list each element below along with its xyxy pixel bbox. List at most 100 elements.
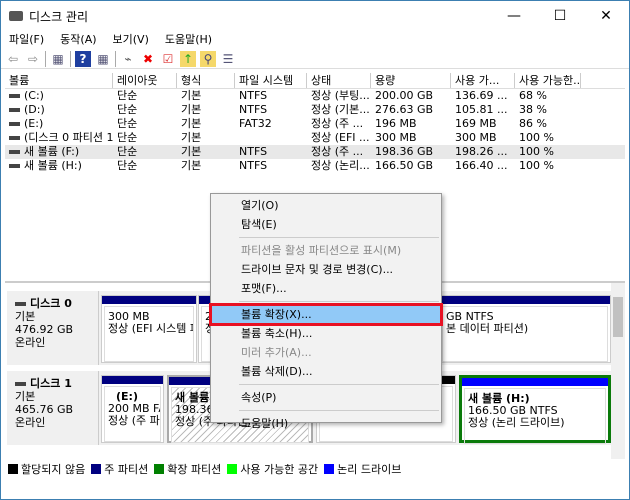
col-layout[interactable]: 레이아웃 <box>113 73 177 88</box>
cell-text: 기본 <box>181 145 202 158</box>
table-row[interactable]: (디스크 0 파티션 1) 단순 기본 정상 (EFI ... 300 MB 300 MB… <box>5 131 625 145</box>
partition-e[interactable]: (E:)200 MB FAT정상 (주 파 <box>101 375 164 443</box>
delete-icon[interactable]: ✖ <box>140 51 156 67</box>
properties-icon[interactable]: ☑ <box>160 51 176 67</box>
context-menu: 열기(O) 탐색(E) 파티션을 활성 파티션으로 표시(M) 드라이브 문자 … <box>209 193 443 430</box>
cell: NTFS <box>235 89 307 103</box>
table-row[interactable]: (C:) 단순 기본 NTFS 정상 (부팅... 200.00 GB 136.69 ...… <box>5 89 625 103</box>
minimize-button[interactable]: — <box>491 1 537 31</box>
menu-help[interactable]: 도움말(H) <box>157 31 220 49</box>
partition-status: 정상 (주 파 <box>108 414 160 427</box>
console-tree-icon[interactable]: ▦ <box>50 51 66 67</box>
cell: 136.69 ... <box>451 89 515 103</box>
cell-text: 86 % <box>519 117 547 130</box>
col-capacity[interactable]: 용량 <box>371 73 451 88</box>
table-row[interactable]: 새 볼륨 (H:) 단순 기본 NTFS 정상 (논리... 166.50 GB 166.4… <box>5 159 625 173</box>
cell: 166.40 ... <box>451 159 515 173</box>
cell: 정상 (주 ... <box>307 117 371 131</box>
cell: FAT32 <box>235 117 307 131</box>
col-status[interactable]: 상태 <box>307 73 371 88</box>
explore-icon[interactable]: ⚲ <box>200 50 216 67</box>
cell: 정상 (논리... <box>307 159 371 173</box>
cell: 새 볼륨 (F:) <box>5 145 113 159</box>
partition-h[interactable]: 새 볼륨 (H:) 166.50 GB NTFS 정상 (논리 드라이브) <box>459 375 611 444</box>
col-filesystem[interactable]: 파일 시스템 <box>235 73 307 88</box>
disk-1-label[interactable]: 디스크 1 기본 465.76 GB 온라인 <box>7 371 99 445</box>
cell: 100 % <box>515 131 581 145</box>
connect-drive-icon[interactable]: ⌁ <box>120 51 136 67</box>
menu-item-delete-volume[interactable]: 볼륨 삭제(D)... <box>211 362 441 381</box>
settings-list-icon[interactable]: ☰ <box>220 51 236 67</box>
col-percent-free[interactable]: 사용 가능한... <box>515 73 581 88</box>
menu-item-properties[interactable]: 속성(P) <box>211 388 441 407</box>
cell-text: 정상 (주 ... <box>311 117 364 130</box>
col-free-space[interactable]: 사용 가... <box>451 73 515 88</box>
cell-text: 정상 (부팅... <box>311 89 370 102</box>
back-icon[interactable]: ⇦ <box>5 51 21 67</box>
disk-status: 온라인 <box>15 416 46 429</box>
divider <box>45 50 46 67</box>
open-folder-icon[interactable]: ↑ <box>180 50 196 67</box>
forward-icon[interactable]: ⇨ <box>25 51 41 67</box>
disk-management-icon <box>9 11 23 21</box>
menu-item-change-drive-letter[interactable]: 드라이브 문자 및 경로 변경(C)... <box>211 260 441 279</box>
title-bar: 디스크 관리 — ☐ ✕ <box>1 1 629 31</box>
cell-text: 기본 <box>181 159 202 172</box>
close-button[interactable]: ✕ <box>583 1 629 31</box>
menu-item-mark-active: 파티션을 활성 파티션으로 표시(M) <box>241 244 402 257</box>
cell-text: 136.69 ... <box>455 89 508 102</box>
cell: NTFS <box>235 159 307 173</box>
volume-icon <box>9 108 20 112</box>
action-pane-icon[interactable]: ▦ <box>95 51 111 67</box>
table-row[interactable]: 새 볼륨 (F:) 단순 기본 NTFS 정상 (주 ... 198.36 GB 198.2… <box>5 145 625 159</box>
menu-item-help[interactable]: 도움말(H) <box>211 414 441 433</box>
cell: 단순 <box>113 159 177 173</box>
maximize-button[interactable]: ☐ <box>537 1 583 31</box>
cell: NTFS <box>235 103 307 117</box>
menu-item-open[interactable]: 열기(O) <box>211 196 441 215</box>
legend-label: 논리 드라이브 <box>337 463 402 476</box>
menu-file[interactable]: 파일(F) <box>1 31 52 49</box>
disk-management-window: 디스크 관리 — ☐ ✕ 파일(F) 동작(A) 보기(V) 도움말(H) ⇦ … <box>0 0 630 500</box>
cell-text: 200.00 GB <box>375 89 434 102</box>
cell: 정상 (EFI ... <box>307 131 371 145</box>
cell-text: 기본 <box>181 103 202 116</box>
partition-d[interactable]: GB NTFS 본 데이터 파티션) <box>439 295 611 363</box>
menu-item-format[interactable]: 포맷(F)... <box>211 279 441 298</box>
cell: 단순 <box>113 89 177 103</box>
menu-view[interactable]: 보기(V) <box>105 31 157 49</box>
table-header: 볼륨 레이아웃 형식 파일 시스템 상태 용량 사용 가... 사용 가능한..… <box>5 73 625 89</box>
cell: 기본 <box>177 103 235 117</box>
table-row[interactable]: (D:) 단순 기본 NTFS 정상 (기본... 276.63 GB 105.81 ...… <box>5 103 625 117</box>
cell-text: 100 % <box>519 159 554 172</box>
cell-text: 단순 <box>117 89 138 102</box>
menu-item-shrink-volume[interactable]: 볼륨 축소(H)... <box>211 324 441 343</box>
cell-text: 105.81 ... <box>455 103 508 116</box>
help-icon[interactable]: ? <box>75 50 91 67</box>
menu-action[interactable]: 동작(A) <box>52 31 104 49</box>
menu-item-explore[interactable]: 탐색(E) <box>211 215 441 234</box>
scrollbar-thumb[interactable] <box>613 297 623 337</box>
cell: 단순 <box>113 117 177 131</box>
cell: 기본 <box>177 131 235 145</box>
cell: (E:) <box>5 117 113 131</box>
col-volume[interactable]: 볼륨 <box>5 73 113 88</box>
volume-icon <box>9 164 20 168</box>
cell-text: 단순 <box>117 131 138 144</box>
cell-text: 198.26 ... <box>455 145 508 158</box>
table-row[interactable]: (E:) 단순 기본 FAT32 정상 (주 ... 196 MB 169 MB 86 % <box>5 117 625 131</box>
volume-table: 볼륨 레이아웃 형식 파일 시스템 상태 용량 사용 가... 사용 가능한..… <box>5 73 625 173</box>
cell: 정상 (부팅... <box>307 89 371 103</box>
legend-label: 사용 가능한 공간 <box>240 463 319 476</box>
col-type[interactable]: 형식 <box>177 73 235 88</box>
cell: (디스크 0 파티션 1) <box>5 131 113 145</box>
cell-text: 276.63 GB <box>375 103 434 116</box>
vertical-scrollbar[interactable] <box>611 283 625 459</box>
legend-swatch <box>154 464 165 474</box>
disk-type: 기본 <box>15 390 36 403</box>
partition-efi[interactable]: 300 MB 정상 (EFI 시스템 파 <box>101 295 197 363</box>
disk-0-label[interactable]: 디스크 0 기본 476.92 GB 온라인 <box>7 291 99 365</box>
menu-separator <box>239 237 439 238</box>
menu-bar: 파일(F) 동작(A) 보기(V) 도움말(H) <box>1 31 220 49</box>
menu-item-extend-volume[interactable]: 볼륨 확장(X)... <box>209 303 443 326</box>
